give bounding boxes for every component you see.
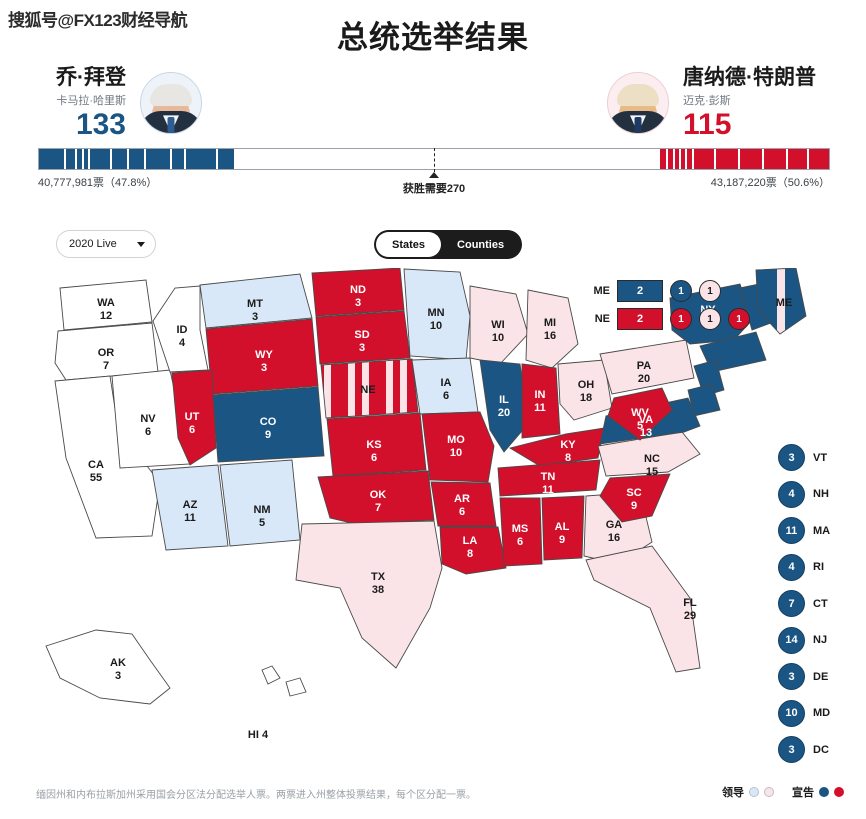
state-pill-votes: 10 bbox=[778, 699, 805, 727]
footnote: 缅因州和内布拉斯加州采用国会分区法分配选举人票。两票进入州整体投票结果，每个区分… bbox=[36, 790, 476, 801]
small-state-list: 3 VT 4 NH 11 MA 4 RI 7 CT 14 NJ 3 DE 10 MD 3 DC bbox=[778, 444, 830, 773]
state-pill-votes: 11 bbox=[778, 517, 805, 544]
bar-tick bbox=[714, 149, 717, 169]
state-pill-label: DE bbox=[813, 670, 829, 683]
legend-leading-blue-dot bbox=[749, 787, 759, 797]
legend-leading: 领导 bbox=[722, 784, 774, 800]
split-district-circle[interactable]: 1 bbox=[699, 280, 721, 302]
bar-tick bbox=[81, 149, 84, 169]
threshold-arrow-icon bbox=[429, 172, 439, 178]
running-mate-name: 卡马拉·哈里斯 bbox=[56, 95, 126, 108]
state-pill-label: MA bbox=[813, 524, 831, 537]
popular-vote-right: 43,187,220票（50.6%） bbox=[710, 177, 830, 189]
legend-called-red-dot bbox=[834, 787, 844, 797]
state-pill-de[interactable]: 3 DE bbox=[778, 663, 830, 690]
bar-tick bbox=[170, 149, 173, 169]
split-state-abbr: ME bbox=[593, 285, 611, 297]
state-pill-ma[interactable]: 11 MA bbox=[778, 517, 830, 544]
split-district-circle[interactable]: 1 bbox=[728, 308, 750, 330]
state-pill-votes: 3 bbox=[778, 444, 805, 471]
state-pill-votes: 3 bbox=[778, 736, 805, 763]
bar-tick bbox=[785, 149, 788, 169]
candidate-trump: 唐纳德·特朗普 迈克·彭斯 115 bbox=[607, 66, 830, 141]
bar-tick bbox=[672, 149, 675, 169]
electoral-bar bbox=[38, 148, 830, 172]
state-pill-label: RI bbox=[813, 561, 824, 573]
candidate-name: 唐纳德·特朗普 bbox=[683, 66, 816, 89]
legend-called-blue-dot bbox=[819, 787, 829, 797]
state-pill-votes: 4 bbox=[778, 553, 805, 581]
running-mate-name: 迈克·彭斯 bbox=[683, 95, 731, 108]
state-pill-label: MD bbox=[813, 707, 831, 719]
state-pill-label: NH bbox=[813, 488, 829, 500]
page-title: 总统选举结果 bbox=[337, 20, 529, 55]
state-pill-ct[interactable]: 7 CT bbox=[778, 590, 830, 617]
bar-tick bbox=[761, 149, 764, 169]
state-pill-label: NJ bbox=[813, 634, 828, 646]
state-pill-label: DC bbox=[813, 743, 829, 756]
popular-vote-left: 40,777,981票（47.8%） bbox=[38, 177, 158, 189]
state-pill-label: VT bbox=[813, 451, 828, 464]
bar-tick bbox=[144, 149, 147, 169]
election-results-page: 搜狐号@FX123财经导航 总统选举结果 乔·拜登 卡马拉·哈里斯 133 唐纳… bbox=[0, 0, 866, 819]
toggle-option-states[interactable]: States bbox=[376, 232, 442, 257]
year-select-value: 2020 Live bbox=[69, 238, 117, 250]
bar-tick bbox=[110, 149, 113, 169]
svg-text:HI 4: HI 4 bbox=[248, 729, 269, 741]
chevron-down-icon bbox=[137, 241, 145, 247]
state-pill-dc[interactable]: 3 DC bbox=[778, 736, 830, 763]
candidate-biden: 乔·拜登 卡马拉·哈里斯 133 bbox=[42, 66, 202, 141]
avatar-biden bbox=[140, 72, 202, 135]
view-mode-toggle[interactable]: States Counties bbox=[374, 230, 523, 259]
legend-called-label: 宣告 bbox=[792, 787, 814, 799]
state-pill-votes: 4 bbox=[778, 480, 805, 508]
split-vote-legend: ME 2 1 1 NE 2 1 1 1 bbox=[588, 280, 750, 336]
state-pill-md[interactable]: 10 MD bbox=[778, 699, 831, 727]
legend-called: 宣告 bbox=[792, 784, 844, 800]
legend-leading-label: 领导 bbox=[722, 787, 744, 799]
year-select-dropdown[interactable]: 2020 Live bbox=[56, 230, 156, 258]
bar-tick bbox=[806, 149, 809, 169]
us-map-svg[interactable]: WA12 OR7 ID4 MT3 WY3 NV6 CA55 UT6 CO9 AZ… bbox=[0, 268, 866, 768]
electoral-vote-count: 115 bbox=[683, 108, 732, 142]
bar-tick bbox=[215, 149, 218, 169]
electoral-vote-count: 133 bbox=[75, 108, 126, 142]
bar-tick bbox=[183, 149, 186, 169]
us-electoral-map[interactable]: WA 12 OR 7 ID 4 MT 3 WY 3 NV 6 CA 55 UT 6 CO 9 AZ… bbox=[0, 268, 866, 768]
state-pill-nh[interactable]: 4 NH bbox=[778, 480, 830, 508]
state-pill-vt[interactable]: 3 VT bbox=[778, 444, 830, 471]
state-pill-nj[interactable]: 14 NJ bbox=[778, 626, 830, 654]
legend-leading-red-dot bbox=[764, 787, 774, 797]
threshold-label: 获胜需要270 bbox=[402, 183, 466, 195]
bar-tick bbox=[655, 149, 658, 169]
bar-tick bbox=[64, 149, 67, 169]
electoral-bar-section: 获胜需要270 40,777,981票（47.8%） 43,187,220票（5… bbox=[38, 148, 830, 195]
split-district-circle[interactable]: 1 bbox=[670, 280, 692, 302]
bar-tick bbox=[666, 149, 669, 169]
map-legend: 领导 宣告 bbox=[722, 784, 844, 800]
bar-tick bbox=[691, 149, 694, 169]
split-row-ne: NE 2 1 1 1 bbox=[588, 308, 750, 330]
candidate-name: 乔·拜登 bbox=[56, 66, 126, 89]
state-pill-ri[interactable]: 4 RI bbox=[778, 553, 830, 581]
split-statewide-box[interactable]: 2 bbox=[617, 280, 663, 302]
state-pill-votes: 14 bbox=[778, 626, 805, 654]
split-statewide-box[interactable]: 2 bbox=[617, 308, 663, 330]
split-state-abbr: NE bbox=[594, 313, 610, 325]
split-district-circle[interactable]: 1 bbox=[670, 308, 692, 330]
avatar-trump bbox=[607, 72, 669, 135]
toggle-option-counties[interactable]: Counties bbox=[441, 232, 520, 257]
threshold-line bbox=[434, 148, 435, 172]
bar-tick bbox=[738, 149, 741, 169]
state-pill-label: CT bbox=[813, 597, 828, 610]
bar-tick bbox=[678, 149, 681, 169]
bar-tick bbox=[127, 149, 130, 169]
bar-tick bbox=[685, 149, 688, 169]
state-pill-votes: 3 bbox=[778, 663, 805, 690]
split-district-circle[interactable]: 1 bbox=[699, 308, 721, 330]
bar-tick bbox=[75, 149, 78, 169]
split-row-me: ME 2 1 1 bbox=[588, 280, 750, 302]
state-pill-votes: 7 bbox=[778, 590, 805, 617]
bar-tick bbox=[87, 149, 90, 169]
